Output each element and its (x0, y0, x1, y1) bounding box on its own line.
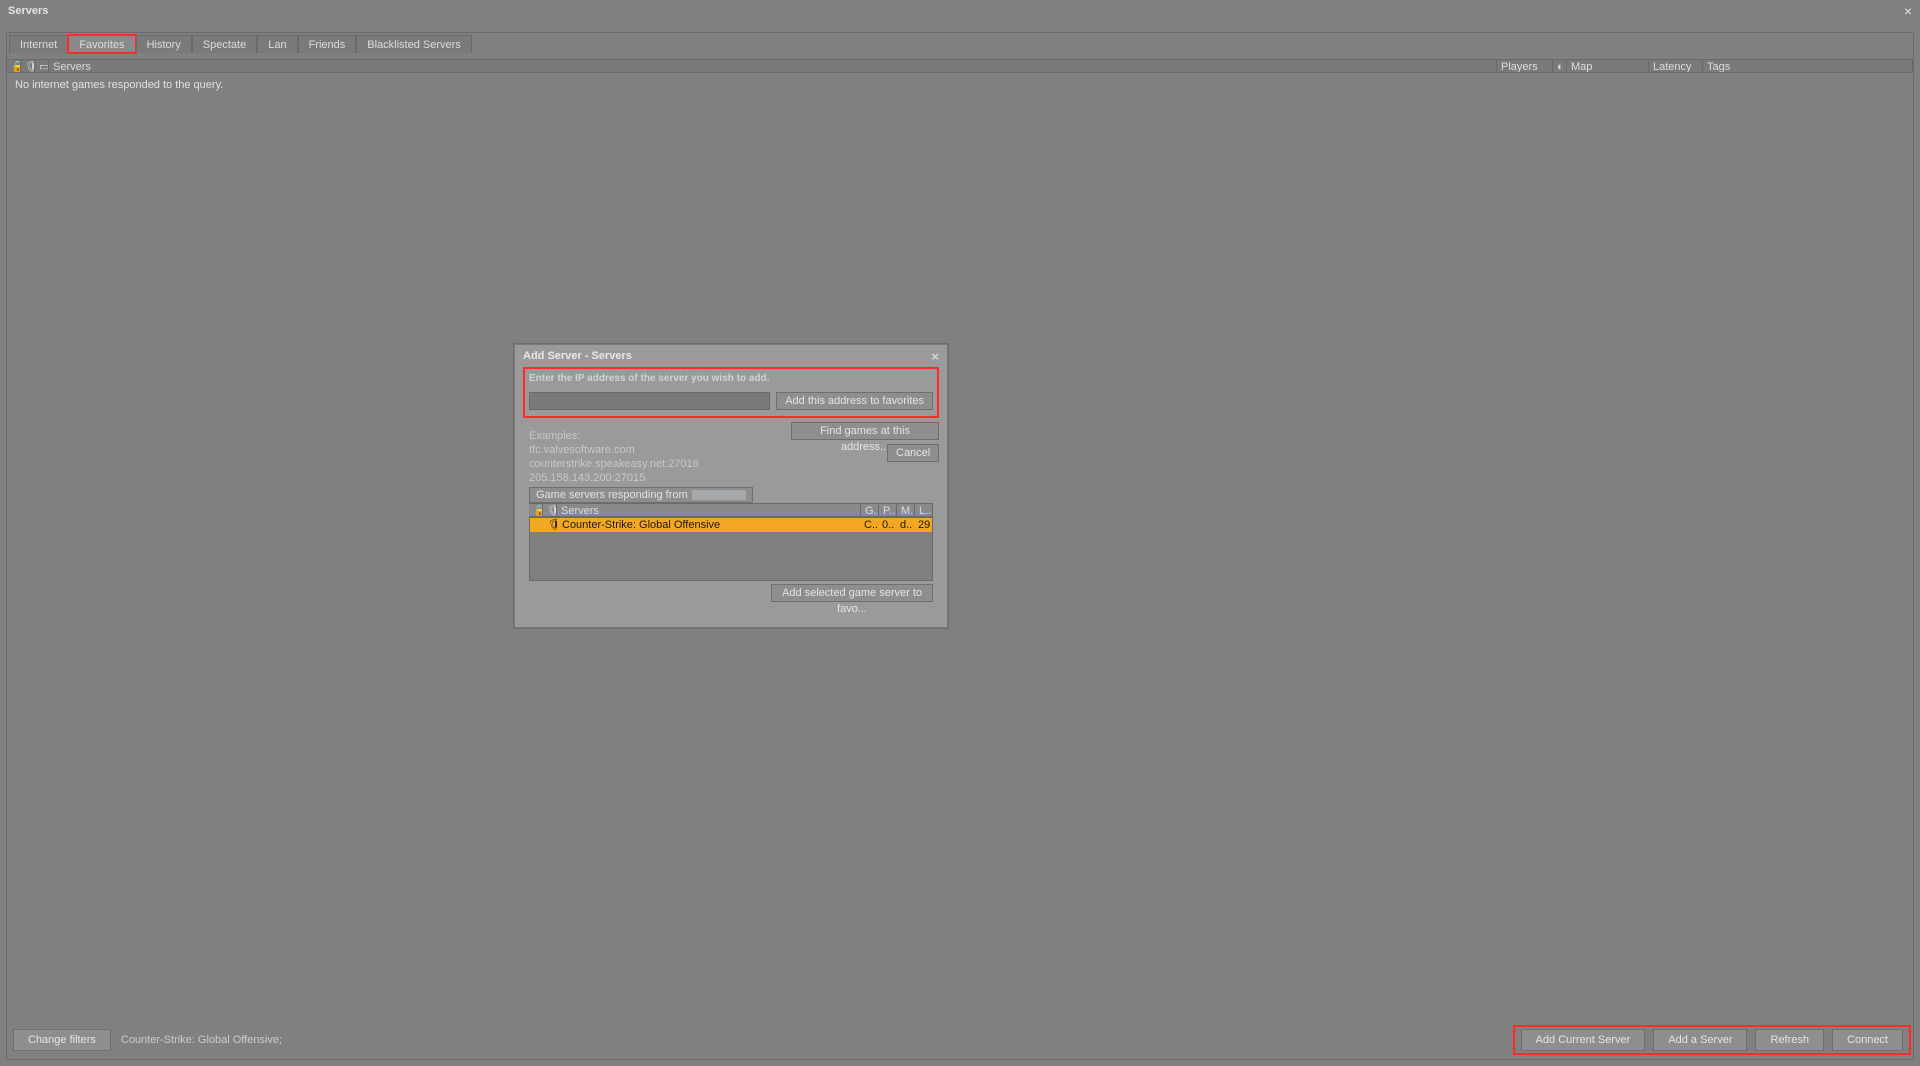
column-tags[interactable]: Tags (1703, 60, 1913, 72)
row-server-name: Counter-Strike: Global Offensive (558, 518, 860, 532)
tab-lan[interactable]: Lan (257, 35, 297, 53)
server-tabs: Internet Favorites History Spectate Lan … (9, 35, 472, 53)
mini-col-lock-icon[interactable]: 🔒 (529, 504, 543, 516)
example-2: counterstrike.speakeasy.net:27016 (529, 457, 699, 471)
window-title: Servers (8, 5, 48, 17)
refresh-button[interactable]: Refresh (1755, 1029, 1824, 1051)
server-list-header: 🔒 🛡 ▭ Servers Players ◐ Map Latency Tags (7, 59, 1913, 73)
mini-col-servers[interactable]: Servers (557, 504, 861, 516)
filter-game-label: Counter-Strike: Global Offensive; (121, 1034, 282, 1046)
dialog-title: Add Server - Servers (523, 350, 632, 362)
bottom-bar: Change filters Counter-Strike: Global Of… (7, 1021, 1913, 1059)
examples-block: Examples: tfc.valvesoftware.com counters… (529, 429, 699, 485)
mini-col-vac-icon[interactable]: 🛡 (543, 504, 557, 516)
row-latency: 29 (914, 518, 932, 532)
tab-internet[interactable]: Internet (9, 35, 68, 53)
tab-history[interactable]: History (136, 35, 192, 53)
mini-col-latency[interactable]: L... (915, 504, 933, 516)
window-titlebar: Servers × (0, 0, 1920, 22)
example-1: tfc.valvesoftware.com (529, 443, 699, 457)
column-bots-icon[interactable]: ◐ (1553, 60, 1567, 72)
dialog-titlebar: Add Server - Servers × (515, 345, 947, 367)
ip-entry-section: Enter the IP address of the server you w… (523, 367, 939, 418)
mini-col-players[interactable]: P... (879, 504, 897, 516)
tab-friends[interactable]: Friends (298, 35, 357, 53)
column-vac-icon[interactable]: 🛡 (21, 60, 35, 72)
find-games-button[interactable]: Find games at this address... (791, 422, 939, 440)
add-server-dialog: Add Server - Servers × Enter the IP addr… (514, 344, 948, 628)
responding-address-redacted (692, 490, 746, 500)
bottom-right-actions: Add Current Server Add a Server Refresh … (1517, 1029, 1907, 1051)
ip-address-input[interactable] (529, 392, 770, 410)
column-latency[interactable]: Latency (1649, 60, 1703, 72)
examples-label: Examples: (529, 429, 699, 443)
example-3: 205.158.143.200:27015 (529, 471, 699, 485)
change-filters-button[interactable]: Change filters (13, 1029, 111, 1051)
mini-col-map[interactable]: M... (897, 504, 915, 516)
row-lock-icon (530, 518, 544, 532)
cancel-button[interactable]: Cancel (887, 444, 939, 462)
tab-blacklisted[interactable]: Blacklisted Servers (356, 35, 472, 53)
ip-prompt-label: Enter the IP address of the server you w… (529, 373, 933, 384)
row-vac-icon: 🛡 (544, 518, 558, 532)
add-selected-server-button[interactable]: Add selected game server to favo... (771, 584, 933, 602)
add-a-server-button[interactable]: Add a Server (1653, 1029, 1747, 1051)
main-frame: Internet Favorites History Spectate Lan … (6, 32, 1914, 1060)
dialog-server-list-header: 🔒 🛡 Servers G... P... M... L... (529, 503, 933, 517)
mini-col-game[interactable]: G... (861, 504, 879, 516)
column-players[interactable]: Players (1497, 60, 1553, 72)
add-current-server-button[interactable]: Add Current Server (1521, 1029, 1646, 1051)
dialog-server-row[interactable]: 🛡 Counter-Strike: Global Offensive C... … (530, 518, 932, 532)
column-region-icon[interactable]: ▭ (35, 60, 49, 72)
responding-label-text: Game servers responding from (536, 487, 688, 503)
column-lock-icon[interactable]: 🔒 (7, 60, 21, 72)
row-players: 0... (878, 518, 896, 532)
responding-label: Game servers responding from (529, 487, 753, 503)
connect-button[interactable]: Connect (1832, 1029, 1903, 1051)
dialog-server-list: 🛡 Counter-Strike: Global Offensive C... … (529, 517, 933, 581)
row-game: C... (860, 518, 878, 532)
close-icon[interactable]: × (1904, 4, 1912, 18)
tab-spectate[interactable]: Spectate (192, 35, 257, 53)
server-list: No internet games responded to the query… (7, 73, 1913, 1019)
column-servers[interactable]: Servers (49, 60, 1497, 72)
tab-favorites[interactable]: Favorites (68, 35, 135, 53)
column-map[interactable]: Map (1567, 60, 1649, 72)
dialog-close-icon[interactable]: × (931, 349, 939, 364)
row-map: d... (896, 518, 914, 532)
empty-list-message: No internet games responded to the query… (15, 79, 223, 91)
add-address-favorites-button[interactable]: Add this address to favorites (776, 392, 933, 410)
